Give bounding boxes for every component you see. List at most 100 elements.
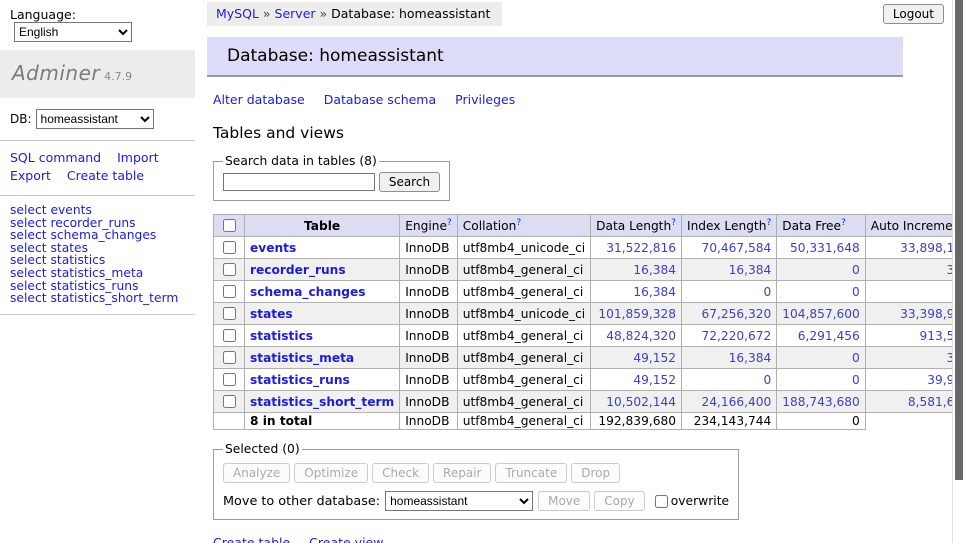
table-name-cell: states bbox=[245, 303, 400, 325]
scrollbar-thumb[interactable] bbox=[955, 0, 963, 480]
data-free-cell: 0 bbox=[777, 259, 866, 281]
repair-button[interactable]: Repair bbox=[433, 463, 491, 483]
alter-database-link[interactable]: Alter database bbox=[213, 92, 305, 107]
breadcrumb-item-mysql[interactable]: MySQL bbox=[216, 6, 259, 21]
table-name-link-statistics[interactable]: statistics bbox=[250, 329, 313, 343]
move-database-select[interactable]: homeassistant bbox=[385, 491, 533, 511]
drop-button[interactable]: Drop bbox=[571, 463, 620, 483]
table-name-link-events[interactable]: events bbox=[250, 241, 296, 255]
row-checkbox[interactable] bbox=[223, 263, 236, 276]
help-link[interactable]: ? bbox=[671, 218, 676, 228]
select-all-checkbox[interactable] bbox=[223, 219, 236, 232]
selected-fieldset: Selected (0) AnalyzeOptimizeCheckRepairT… bbox=[213, 442, 739, 520]
data-free-cell: 188,743,680 bbox=[777, 391, 866, 413]
collation-cell: utf8mb4_general_ci bbox=[457, 369, 590, 391]
search-button[interactable]: Search bbox=[379, 172, 440, 192]
index-length-cell: 0 bbox=[681, 281, 776, 303]
data-length-cell: 49,152 bbox=[591, 369, 682, 391]
move-row: Move to other database:homeassistantMove… bbox=[223, 491, 729, 511]
create-view-link[interactable]: Create view bbox=[309, 535, 383, 543]
db-select[interactable]: homeassistant bbox=[36, 109, 154, 129]
database-action-links: Alter database Database schema Privileges bbox=[213, 92, 919, 107]
data-free-cell: 0 bbox=[777, 347, 866, 369]
row-checkbox[interactable] bbox=[223, 241, 236, 254]
index-length-cell: 24,166,400 bbox=[681, 391, 776, 413]
table-row-statistics: statisticsInnoDButf8mb4_general_ci48,824… bbox=[214, 325, 966, 347]
row-checkbox[interactable] bbox=[223, 395, 236, 408]
move-buttons: MoveCopy bbox=[538, 494, 649, 509]
row-checkbox[interactable] bbox=[223, 351, 236, 364]
data-length-cell: 16,384 bbox=[591, 259, 682, 281]
help-link[interactable]: ? bbox=[447, 218, 452, 228]
data-length-cell: 31,522,816 bbox=[591, 237, 682, 259]
language-select[interactable]: English bbox=[14, 22, 132, 42]
index-length-cell: 16,384 bbox=[681, 347, 776, 369]
index-length-cell: 72,220,672 bbox=[681, 325, 776, 347]
create-links: Create table Create view bbox=[213, 535, 919, 543]
selected-legend: Selected (0) bbox=[223, 442, 302, 456]
column-header-table: Table bbox=[245, 215, 400, 237]
help-link[interactable]: ? bbox=[841, 218, 846, 228]
row-checkbox[interactable] bbox=[223, 285, 236, 298]
help-link[interactable]: ? bbox=[766, 218, 771, 228]
row-checkbox[interactable] bbox=[223, 329, 236, 342]
overwrite-checkbox[interactable] bbox=[655, 495, 668, 508]
table-name-cell: statistics_runs bbox=[245, 369, 400, 391]
db-row: DB:homeassistant bbox=[0, 98, 195, 141]
table-name-link-schema-changes[interactable]: schema_changes bbox=[250, 285, 365, 299]
engine-cell: InnoDB bbox=[400, 413, 458, 430]
table-name-link-recorder-runs[interactable]: recorder_runs bbox=[250, 263, 346, 277]
table-body: eventsInnoDButf8mb4_unicode_ci31,522,816… bbox=[214, 237, 966, 430]
auto-increment-cell: 378 bbox=[865, 259, 966, 281]
selected-buttons: AnalyzeOptimizeCheckRepairTruncateDrop bbox=[223, 463, 729, 483]
truncate-button[interactable]: Truncate bbox=[495, 463, 567, 483]
optimize-button[interactable]: Optimize bbox=[294, 463, 368, 483]
help-sup: ? bbox=[447, 218, 452, 228]
table-name-link-states[interactable]: states bbox=[250, 307, 293, 321]
check-button[interactable]: Check bbox=[372, 463, 429, 483]
data-length-cell: 48,824,320 bbox=[591, 325, 682, 347]
row-checkbox-cell bbox=[214, 237, 245, 259]
engine-cell: InnoDB bbox=[400, 347, 458, 369]
overwrite-label: overwrite bbox=[671, 494, 729, 508]
privileges-link[interactable]: Privileges bbox=[455, 92, 515, 107]
table-name-link-statistics-short-term[interactable]: statistics_short_term bbox=[250, 395, 394, 409]
search-legend: Search data in tables (8) bbox=[223, 154, 379, 168]
data-free-cell: 6,291,456 bbox=[777, 325, 866, 347]
title-bar: Database: homeassistant bbox=[207, 37, 903, 77]
column-header-engine: Engine? bbox=[400, 215, 458, 237]
copy-button[interactable]: Copy bbox=[594, 491, 644, 511]
auto-increment-cell: 33,898,196 bbox=[865, 237, 966, 259]
analyze-button[interactable]: Analyze bbox=[223, 463, 290, 483]
total-index-length-cell: 234,143,744 bbox=[681, 413, 776, 430]
row-checkbox-cell bbox=[214, 303, 245, 325]
breadcrumb-item-server[interactable]: Server bbox=[275, 6, 316, 21]
table-name-link-statistics-runs[interactable]: statistics_runs bbox=[250, 373, 350, 387]
column-header-index-length: Index Length? bbox=[681, 215, 776, 237]
row-checkbox[interactable] bbox=[223, 373, 236, 386]
export-link[interactable]: Export bbox=[10, 168, 51, 183]
help-sup: ? bbox=[516, 218, 521, 228]
row-checkbox[interactable] bbox=[223, 307, 236, 320]
search-input[interactable] bbox=[223, 173, 375, 191]
create-table-link[interactable]: Create table bbox=[213, 535, 290, 543]
engine-cell: InnoDB bbox=[400, 237, 458, 259]
collation-cell: utf8mb4_general_ci bbox=[457, 325, 590, 347]
help-link[interactable]: ? bbox=[516, 218, 521, 228]
table-name-link-statistics-meta[interactable]: statistics_meta bbox=[250, 351, 354, 365]
move-button[interactable]: Move bbox=[538, 491, 590, 511]
database-schema-link[interactable]: Database schema bbox=[324, 92, 436, 107]
collation-cell: utf8mb4_general_ci bbox=[457, 347, 590, 369]
select-link-statistics-short-term[interactable]: select bbox=[10, 291, 47, 305]
create-table-link[interactable]: Create table bbox=[67, 168, 144, 183]
sql-command-link[interactable]: SQL command bbox=[10, 150, 101, 165]
row-checkbox-cell bbox=[214, 391, 245, 413]
vertical-scrollbar[interactable] bbox=[952, 0, 966, 543]
breadcrumb-separator: » bbox=[259, 6, 275, 21]
table-name-cell: schema_changes bbox=[245, 281, 400, 303]
import-link[interactable]: Import bbox=[117, 150, 159, 165]
row-checkbox-cell bbox=[214, 281, 245, 303]
auto-increment-cell: 39,999 bbox=[865, 369, 966, 391]
logout-button[interactable]: Logout bbox=[883, 4, 944, 24]
table-link-statistics-short-term[interactable]: statistics_short_term bbox=[50, 291, 178, 305]
